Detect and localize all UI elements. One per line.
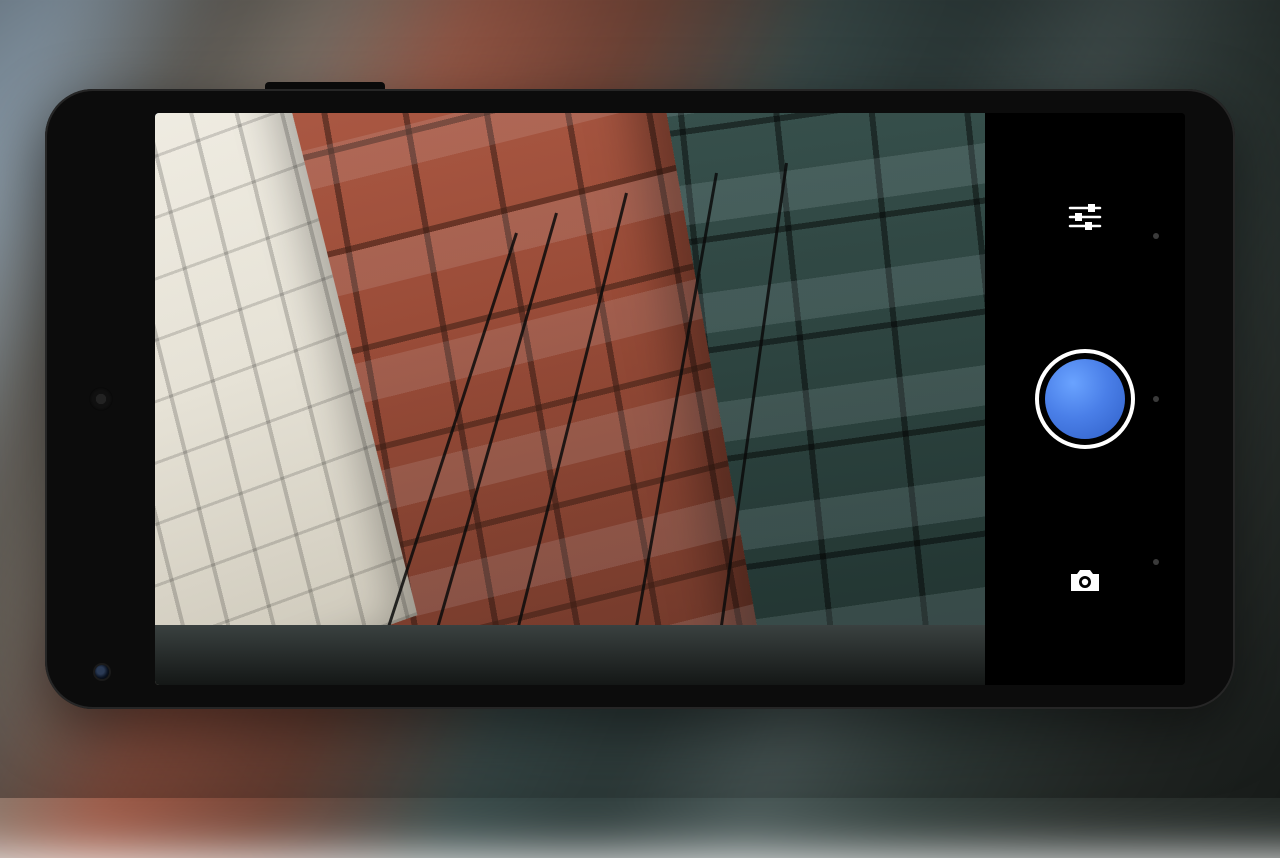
phone-front-camera (95, 665, 109, 679)
android-nav-hints (1153, 113, 1163, 685)
shutter-button-inner (1045, 359, 1125, 439)
camera-mode-button[interactable] (1063, 559, 1107, 603)
camera-viewfinder[interactable] (155, 113, 985, 685)
shutter-button[interactable] (1035, 349, 1135, 449)
sliders-icon (1068, 202, 1102, 232)
camera-controls-bar (985, 113, 1185, 685)
settings-button[interactable] (1063, 195, 1107, 239)
phone-earpiece (89, 387, 113, 411)
camera-icon (1068, 567, 1102, 595)
phone-mockup (45, 89, 1235, 709)
viewfinder-street (155, 625, 985, 685)
phone-screen (155, 113, 1185, 685)
